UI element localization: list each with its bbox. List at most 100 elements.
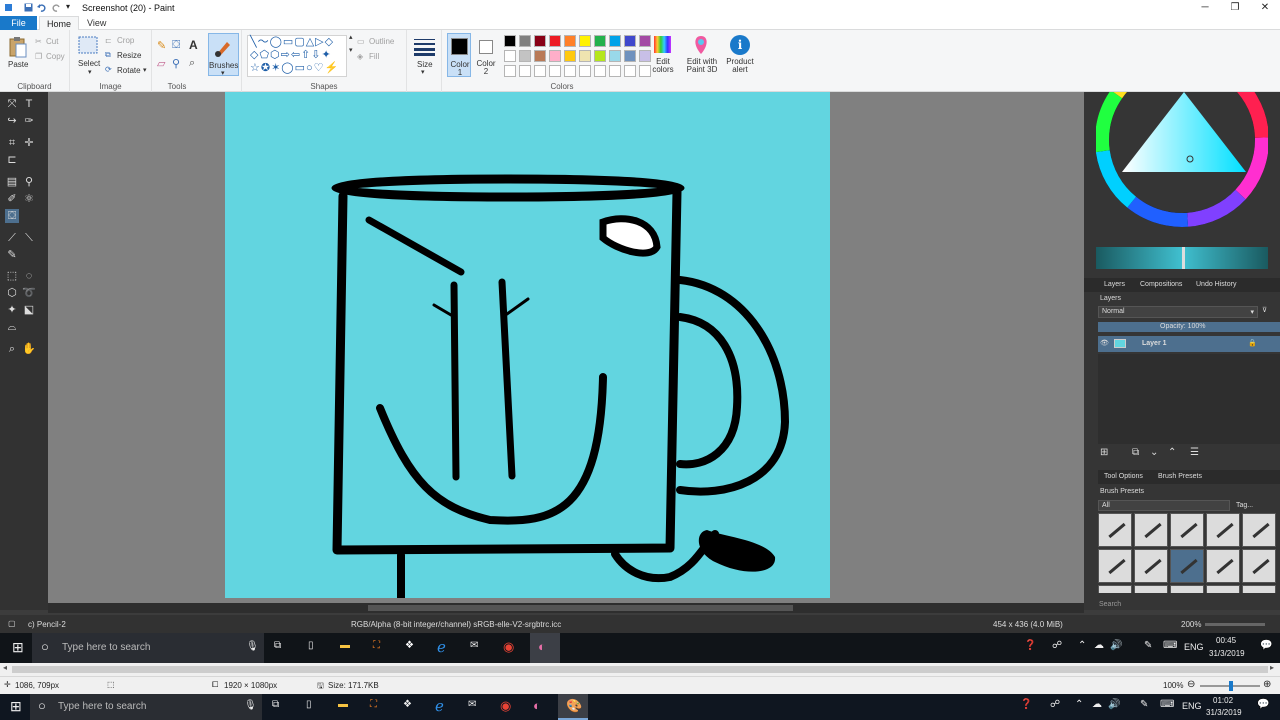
keyboard-icon[interactable]: ⌨ [1160,699,1174,710]
mail-icon[interactable]: ✉ [468,699,476,710]
copy-button[interactable]: Copy [46,52,65,61]
move-down-icon[interactable]: ⌄ [1150,447,1158,458]
brush-preset[interactable] [1206,585,1240,593]
clock-date[interactable]: 31/3/2019 [1206,708,1242,717]
size-icon[interactable] [414,38,435,56]
palette-swatch[interactable] [504,50,516,62]
lock-icon[interactable]: 🔒 [1248,339,1257,347]
inner-keyboard-icon[interactable]: ⌨ [1163,640,1177,651]
brush-preset[interactable] [1242,585,1276,593]
brush-preset[interactable] [1170,585,1204,593]
minimize-button[interactable]: ─ [1190,0,1220,16]
horizontal-scrollbar[interactable] [48,603,1084,613]
pen-icon[interactable]: ✎ [1140,699,1148,710]
inner-clock-date[interactable]: 31/3/2019 [1209,649,1245,658]
outline-button[interactable]: Outline [369,37,394,46]
similar-select-icon[interactable]: ⬕ [22,303,36,317]
drawing-canvas[interactable] [225,92,830,598]
brush-preset[interactable] [1170,513,1204,547]
inner-help-icon[interactable]: ❓ [1024,640,1036,651]
select-button[interactable]: Select [78,59,100,68]
move-up-icon[interactable]: ⌃ [1168,447,1176,458]
people-icon[interactable]: ☍ [1050,699,1060,710]
language[interactable]: ENG [1182,701,1202,711]
cloud-icon[interactable]: ☁ [1092,699,1102,710]
clock-time[interactable]: 01:02 [1213,696,1233,705]
scroll-right-icon[interactable]: ▸ [1270,663,1274,672]
brush-preset[interactable] [1242,549,1276,583]
smart-patch-tool-icon[interactable]: ✐ [5,192,19,206]
inner-taskview-icon[interactable]: ⧉ [274,640,281,651]
brush-preset[interactable] [1170,549,1204,583]
chrome-icon[interactable]: ◉ [500,698,511,714]
reference-tool-icon[interactable]: ✎ [5,248,19,262]
paint-scroll-thumb[interactable] [12,666,1268,673]
info-icon[interactable]: i [730,35,750,55]
custom-swatch[interactable] [534,65,546,77]
color1-button[interactable]: Color 1 [447,33,471,77]
layer-row[interactable]: 👁 Layer 1 🔒 [1098,336,1280,352]
palette-swatch[interactable] [594,50,606,62]
zoom-tool-icon[interactable]: ⌕ [5,342,19,356]
custom-swatch[interactable] [519,65,531,77]
custom-swatch[interactable] [624,65,636,77]
undo-icon[interactable] [37,3,46,12]
tab-brush-presets[interactable]: Brush Presets [1158,473,1202,480]
file-icon[interactable]: ▯ [306,699,312,710]
size-dropdown-icon[interactable]: ▾ [421,68,425,76]
paste-icon[interactable] [9,36,27,58]
layer-properties-icon[interactable]: ☰ [1190,447,1199,458]
product-alert-button[interactable]: Product alert [724,58,756,74]
shapes-gallery[interactable]: ╲〜◯▭▢△▷◇ ◇⬠⬡⇨⇦⇧⇩✦ ☆✪✶◯▭○♡⚡ [247,35,347,77]
fill-button[interactable]: Fill [369,52,379,61]
tab-compositions[interactable]: Compositions [1140,281,1182,288]
palette-swatch[interactable] [549,50,561,62]
add-layer-icon[interactable]: ⊞ [1100,447,1108,458]
custom-swatch[interactable] [609,65,621,77]
paint-horizontal-scrollbar[interactable]: ◂ ▸ [0,663,1280,676]
inner-language[interactable]: ENG [1184,642,1204,652]
inner-tray-chevron-icon[interactable]: ⌃ [1078,640,1086,651]
palette-swatch[interactable] [624,35,636,47]
close-button[interactable]: ✕ [1250,0,1280,16]
paint3d-icon[interactable] [692,35,710,55]
cut-button[interactable]: Cut [46,37,58,46]
crop-tool-icon[interactable]: ⌗ [5,136,19,150]
edit-shapes-tool-icon[interactable]: ↪ [5,114,19,128]
palette-swatch[interactable] [564,35,576,47]
fill-icon[interactable]: ⛋ [172,39,180,52]
inner-edge-icon[interactable]: ℯ [437,638,446,656]
eraser-icon[interactable]: ▱ [157,57,165,70]
tag-button[interactable]: Tag... [1236,502,1253,509]
inner-store-icon[interactable]: ⛶ [373,640,380,651]
measure-tool-icon[interactable]: ⟋ [5,231,19,245]
blend-mode-select[interactable]: Normal ▾ [1098,306,1258,318]
edit-paint3d-button[interactable]: Edit with Paint 3D [684,58,720,74]
gradient-tool-icon[interactable]: ▤ [5,175,19,189]
tab-file[interactable]: File [0,16,37,30]
help-icon[interactable]: ❓ [1020,699,1032,710]
palette-swatch[interactable] [579,35,591,47]
taskview-icon[interactable]: ⧉ [272,699,279,710]
paint-zoom-thumb[interactable] [1229,681,1233,691]
color-wheel[interactable] [1096,92,1268,227]
notification-icon[interactable]: 💬 [1257,699,1269,710]
custom-swatch[interactable] [579,65,591,77]
store-icon[interactable]: ⛶ [370,699,377,710]
select-dropdown-icon[interactable]: ▾ [88,68,92,76]
pencil-icon[interactable]: ✎ [157,39,166,52]
rect-select-icon[interactable]: ⬚ [5,269,19,283]
tab-tool-options[interactable]: Tool Options [1104,473,1143,480]
eyedropper-tool-icon[interactable]: ⚲ [22,175,36,189]
calligraphy-tool-icon[interactable]: ✑ [22,114,36,128]
palette-swatch[interactable] [504,35,516,47]
crop-button[interactable]: Crop [117,36,134,45]
inner-krita-button[interactable]: ◐ [530,633,560,663]
rotate-button[interactable]: Rotate [117,66,141,75]
maximize-button[interactable]: ❐ [1220,0,1250,16]
text-tool-icon[interactable]: T [22,97,36,111]
color2-button[interactable]: Color 2 [474,33,498,77]
palette-swatch[interactable] [534,50,546,62]
inner-dropbox-icon[interactable]: ❖ [405,640,414,651]
ellipse-select-icon[interactable]: ◌ [22,269,36,283]
